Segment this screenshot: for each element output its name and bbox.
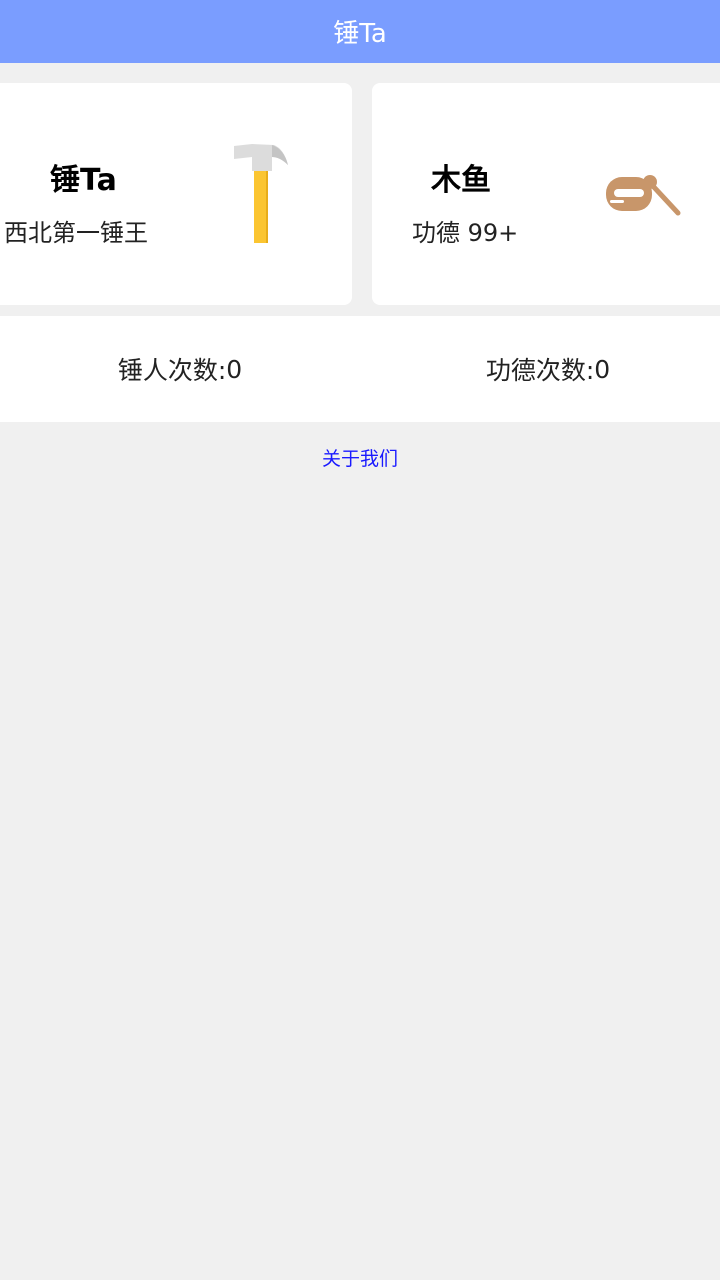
wooden-fish-card[interactable]: 木鱼 功德 99+ [372, 83, 720, 305]
title-bar: 锤Ta [0, 0, 720, 63]
merit-count-label: 功德次数: [485, 356, 595, 385]
hammer-icon [234, 144, 288, 243]
hammer-card[interactable]: 锤Ta 西北第一锤王 [0, 83, 352, 305]
hammer-card-subtitle: 西北第一锤王 [4, 219, 148, 247]
merit-count-value: 0 [594, 354, 611, 384]
hammer-card-title: 锤Ta [50, 163, 117, 198]
page-title: 锤Ta [333, 19, 387, 49]
wooden-fish-icon [606, 175, 681, 216]
hammer-count-label: 锤人次数: [117, 356, 227, 385]
stats-bar: 锤人次数: 0 功德次数: 0 [0, 316, 720, 422]
wooden-fish-card-title: 木鱼 [431, 163, 491, 198]
about-us-link[interactable]: 关于我们 [0, 444, 720, 471]
merit-count-stat: 功德次数: 0 [368, 316, 720, 422]
wooden-fish-card-subtitle: 功德 99+ [412, 219, 519, 247]
hammer-count-value: 0 [226, 354, 243, 384]
hammer-count-stat: 锤人次数: 0 [0, 316, 360, 422]
